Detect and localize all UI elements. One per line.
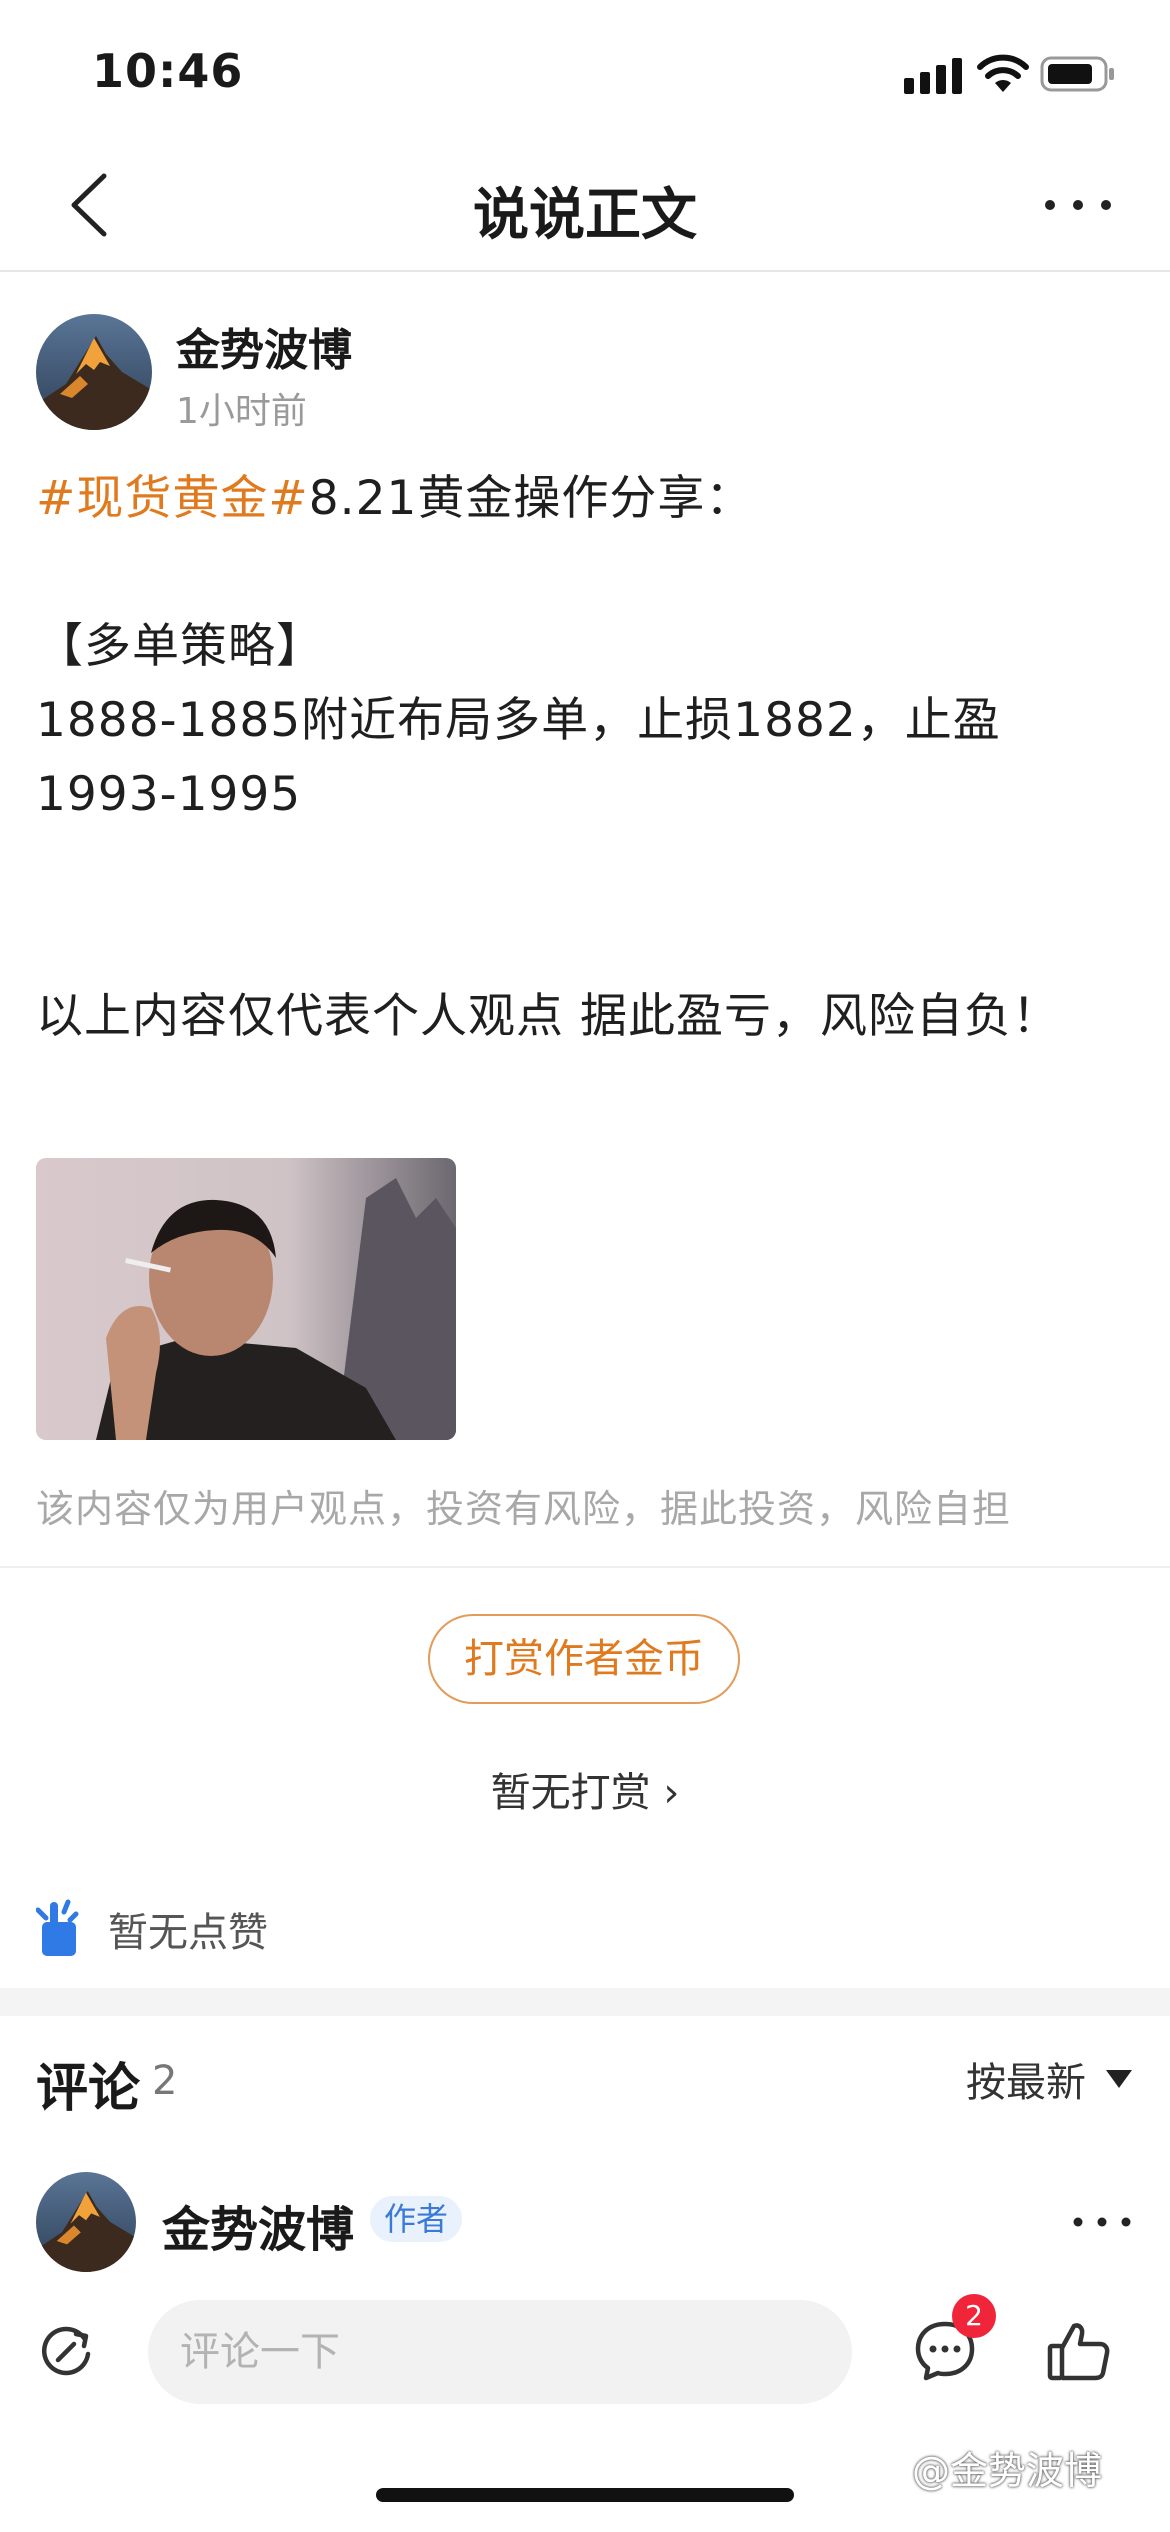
cellular-signal-icon [904, 58, 962, 94]
topic-tag[interactable]: #现货黄金# [36, 471, 309, 526]
nav-divider [0, 270, 1170, 272]
post-timestamp: 1小时前 [176, 391, 307, 432]
post-headline: 8.21黄金操作分享： [308, 471, 754, 526]
status-time: 10:46 [92, 44, 244, 98]
author-name[interactable]: 金势波博 [176, 314, 352, 378]
hand-like-icon [36, 1899, 79, 1956]
comments-count: 2 [152, 2058, 178, 2104]
post-note: 以上内容仅代表个人观点 据此盈亏，风险自负！ [36, 989, 1060, 1044]
post-image[interactable] [36, 1158, 456, 1440]
author-avatar[interactable] [36, 314, 152, 430]
risk-disclaimer: 该内容仅为用户观点，投资有风险，据此投资，风险自担 [36, 1487, 1012, 1531]
battery-icon [1040, 56, 1114, 92]
commenter-name[interactable]: 金势波博 [162, 2190, 354, 2260]
watermark: @金势波博 [912, 2449, 1103, 2493]
post-content: #现货黄金#8.21黄金操作分享： 【多单策略】 1888-1885附近布局多单… [36, 462, 1136, 1054]
section-divider [0, 1566, 1170, 1568]
comments-title: 评论 [36, 2059, 141, 2119]
strategy-text: 1888-1885附近布局多单，止损1882，止盈1993-1995 [36, 693, 1001, 822]
author-badge: 作者 [370, 2196, 463, 2242]
wifi-icon [977, 54, 1029, 92]
comment-more-icon[interactable] [1070, 2210, 1134, 2234]
more-options-icon[interactable] [1040, 190, 1116, 220]
commenter-avatar[interactable] [36, 2172, 136, 2272]
sort-dropdown[interactable]: 按最新 [966, 2050, 1086, 2108]
thumbs-up-icon[interactable] [1046, 2318, 1112, 2384]
repost-icon[interactable] [38, 2324, 94, 2380]
strategy-title: 【多单策略】 [36, 619, 324, 674]
reward-status-link[interactable]: 暂无打赏 › [0, 1760, 1170, 1818]
page-title: 说说正文 [473, 183, 697, 248]
comment-count-badge: 2 [952, 2294, 996, 2338]
reward-author-button[interactable]: 打赏作者金币 [428, 1614, 740, 1704]
caret-down-icon[interactable] [1104, 2068, 1134, 2090]
likes-status: 暂无点赞 [108, 1910, 268, 1956]
home-indicator[interactable] [376, 2488, 794, 2502]
comment-input[interactable] [148, 2300, 852, 2404]
section-separator [0, 1988, 1170, 2016]
